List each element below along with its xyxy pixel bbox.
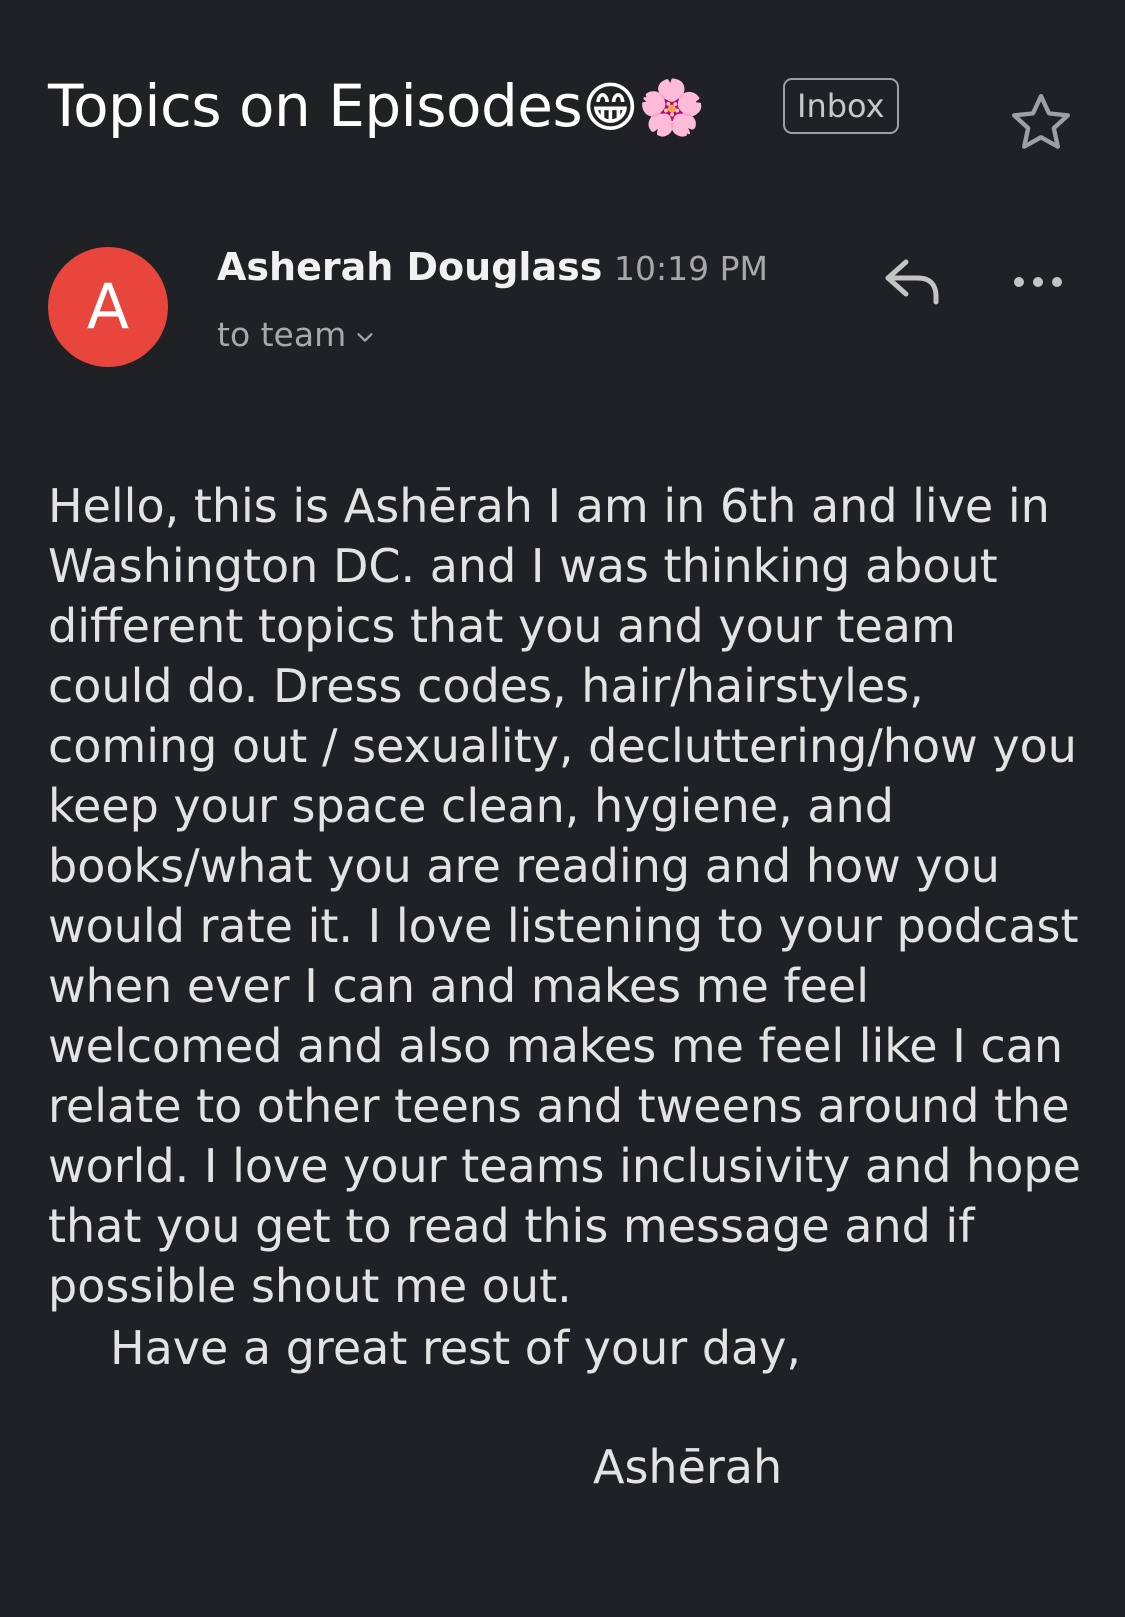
inbox-label-chip[interactable]: Inbox (783, 78, 899, 134)
subject-emojis: 😁🌸 (582, 76, 705, 139)
sender-name: Asherah Douglass (217, 245, 603, 289)
email-closing: Have a great rest of your day, (110, 1321, 802, 1375)
email-body: Hello, this is Ashērah I am in 6th and l… (48, 479, 1081, 1313)
recipients-toggle[interactable]: to team (217, 314, 376, 356)
email-subject: Topics on Episodes😁🌸 (48, 68, 705, 146)
sender-avatar[interactable]: A (48, 247, 168, 367)
chevron-down-icon (357, 332, 373, 342)
email-signature: Ashērah (593, 1440, 783, 1494)
recipients-text: to team (217, 315, 347, 354)
subject-text: Topics on Episodes (48, 72, 583, 140)
reply-icon[interactable] (878, 252, 944, 312)
star-icon[interactable] (1006, 88, 1076, 158)
more-options-icon[interactable] (1010, 262, 1066, 302)
subject-row: Topics on Episodes😁🌸 Inbox (48, 62, 1085, 152)
email-time: 10:19 PM (614, 249, 768, 288)
